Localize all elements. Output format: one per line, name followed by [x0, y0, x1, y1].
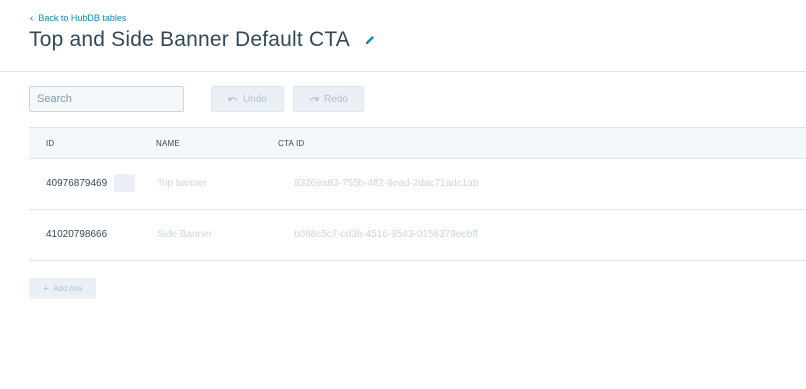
row-name[interactable]: Top banner [157, 178, 207, 189]
table-header: ID NAME CTA ID [29, 127, 806, 159]
table-row[interactable]: 41020798666 Side Banner b088c5c7-cd3b-45… [29, 210, 806, 261]
row-name[interactable]: Side Banner [157, 229, 212, 240]
data-table: ID NAME CTA ID 40976879469 · Top banner … [29, 127, 806, 261]
row-cta-id[interactable]: 8326ea83-755b-4ff2-9ead-2dac71adc1ab [294, 178, 478, 189]
undo-button[interactable]: Undo [211, 86, 284, 112]
row-cta-id[interactable]: b088c5c7-cd3b-4516-9543-0158379eebff [294, 229, 478, 240]
add-row-button[interactable]: + Add row [29, 278, 96, 299]
chevron-left-icon: ‹ [30, 12, 34, 24]
header-divider [0, 71, 806, 72]
column-header-id[interactable]: ID [46, 139, 54, 148]
column-header-cta-id[interactable]: CTA ID [278, 139, 304, 148]
column-header-name[interactable]: NAME [156, 139, 180, 148]
undo-label: Undo [243, 93, 267, 105]
undo-icon [228, 97, 238, 101]
row-options-button[interactable]: · [114, 174, 135, 192]
redo-icon [309, 97, 319, 101]
search-box [29, 86, 184, 112]
row-id: 40976879469 [46, 178, 108, 189]
pencil-icon[interactable] [364, 34, 376, 46]
back-link-label: Back to HubDB tables [38, 13, 127, 23]
redo-label: Redo [324, 93, 348, 105]
back-link[interactable]: ‹ Back to HubDB tables [30, 13, 126, 23]
table-row[interactable]: 40976879469 · Top banner 8326ea83-755b-4… [29, 159, 806, 210]
page-title: Top and Side Banner Default CTA [29, 28, 350, 51]
add-row-label: Add row [53, 284, 83, 293]
search-input[interactable] [30, 87, 179, 111]
row-id: 41020798666 [46, 229, 108, 240]
redo-button[interactable]: Redo [293, 86, 364, 112]
title-row: Top and Side Banner Default CTA [29, 28, 376, 52]
plus-icon: + [42, 282, 50, 295]
